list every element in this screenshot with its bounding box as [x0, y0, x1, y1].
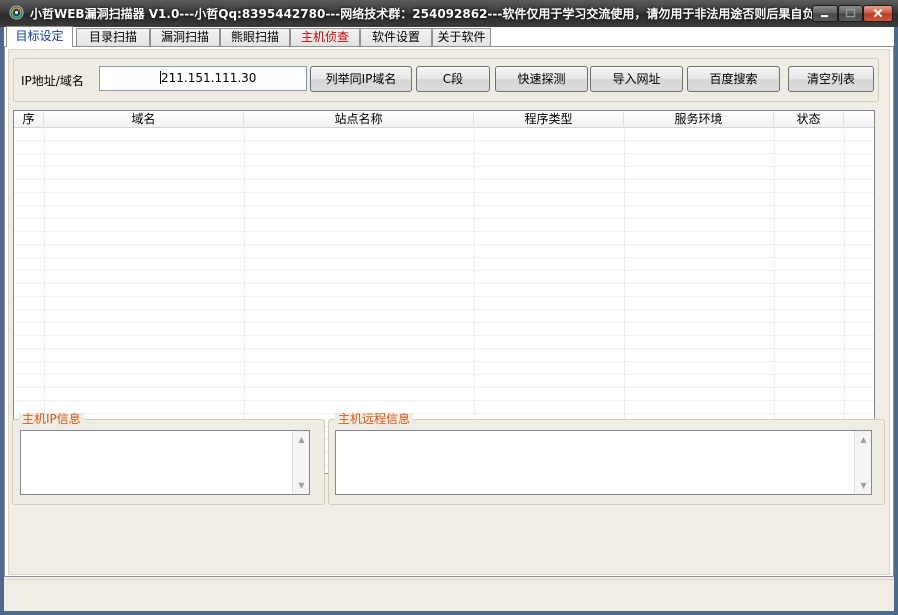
- column-header-site-name[interactable]: 站点名称: [244, 111, 474, 128]
- minimize-icon: [820, 14, 829, 18]
- column-header-domain[interactable]: 域名: [44, 111, 244, 128]
- maximize-icon: [845, 8, 856, 18]
- column-header-program-type[interactable]: 程序类型: [474, 111, 624, 128]
- status-bar: [4, 579, 894, 611]
- host-ip-info-title: 主机IP信息: [19, 413, 84, 426]
- host-remote-info-group: 主机远程信息 ▲ ▼: [328, 413, 885, 505]
- target-input-group: IP地址/域名 211.151.111.30 列举同IP域名 C段 快速探测 导…: [13, 58, 879, 102]
- window-title: 小哲WEB漏洞扫描器 V1.0---小哲Qq:8395442780---网络技术…: [30, 7, 815, 21]
- close-button[interactable]: [863, 5, 893, 22]
- quick-probe-button[interactable]: 快速探测: [495, 66, 588, 92]
- list-same-ip-domains-button[interactable]: 列举同IP域名: [310, 66, 412, 92]
- column-header-index[interactable]: 序: [14, 111, 44, 128]
- scroll-down-icon[interactable]: ▼: [856, 478, 871, 493]
- close-icon: [873, 8, 883, 18]
- host-remote-info-textarea[interactable]: ▲ ▼: [335, 430, 872, 495]
- clear-list-button[interactable]: 清空列表: [788, 66, 874, 92]
- baidu-search-button[interactable]: 百度搜索: [687, 66, 780, 92]
- scroll-up-icon[interactable]: ▲: [294, 432, 309, 447]
- tab-host-recon[interactable]: 主机侦查: [290, 28, 360, 46]
- list-header: 序 域名 站点名称 程序类型 服务环境 状态: [14, 111, 874, 128]
- host-remote-info-title: 主机远程信息: [335, 413, 414, 426]
- ip-domain-input[interactable]: 211.151.111.30: [99, 66, 307, 91]
- column-header-server-env[interactable]: 服务环境: [624, 111, 774, 128]
- tab-strip: 目标设定 目录扫描 漏洞扫描 熊眼扫描 主机侦查 软件设置 关于软件: [4, 26, 894, 47]
- tab-about-software[interactable]: 关于软件: [432, 28, 491, 46]
- tab-target-setting[interactable]: 目标设定: [6, 26, 73, 47]
- column-header-status[interactable]: 状态: [774, 111, 844, 128]
- c-segment-button[interactable]: C段: [416, 66, 490, 92]
- scroll-down-icon[interactable]: ▼: [294, 478, 309, 493]
- minimize-button[interactable]: [812, 5, 838, 22]
- scroll-up-icon[interactable]: ▲: [856, 432, 871, 447]
- title-bar[interactable]: 小哲WEB漏洞扫描器 V1.0---小哲Qq:8395442780---网络技术…: [0, 0, 898, 27]
- ip-domain-value: 211.151.111.30: [161, 71, 257, 85]
- tab-vulnerability-scan[interactable]: 漏洞扫描: [150, 28, 220, 46]
- vertical-scrollbar[interactable]: ▲ ▼: [854, 431, 871, 494]
- app-logo-icon: [9, 5, 24, 20]
- tab-bear-eye-scan[interactable]: 熊眼扫描: [220, 28, 290, 46]
- client-area: 目标设定 目录扫描 漏洞扫描 熊眼扫描 主机侦查 软件设置 关于软件 IP地址/…: [4, 26, 894, 611]
- host-ip-info-group: 主机IP信息 ▲ ▼: [12, 413, 325, 505]
- vertical-scrollbar[interactable]: ▲ ▼: [292, 431, 309, 494]
- app-window: 小哲WEB漏洞扫描器 V1.0---小哲Qq:8395442780---网络技术…: [0, 0, 898, 615]
- tab-software-settings[interactable]: 软件设置: [360, 28, 432, 46]
- host-ip-info-textarea[interactable]: ▲ ▼: [20, 430, 310, 495]
- tab-directory-scan[interactable]: 目录扫描: [76, 28, 150, 46]
- maximize-button[interactable]: [838, 5, 863, 22]
- ip-domain-label: IP地址/域名: [21, 74, 84, 88]
- import-url-button[interactable]: 导入网址: [590, 66, 683, 92]
